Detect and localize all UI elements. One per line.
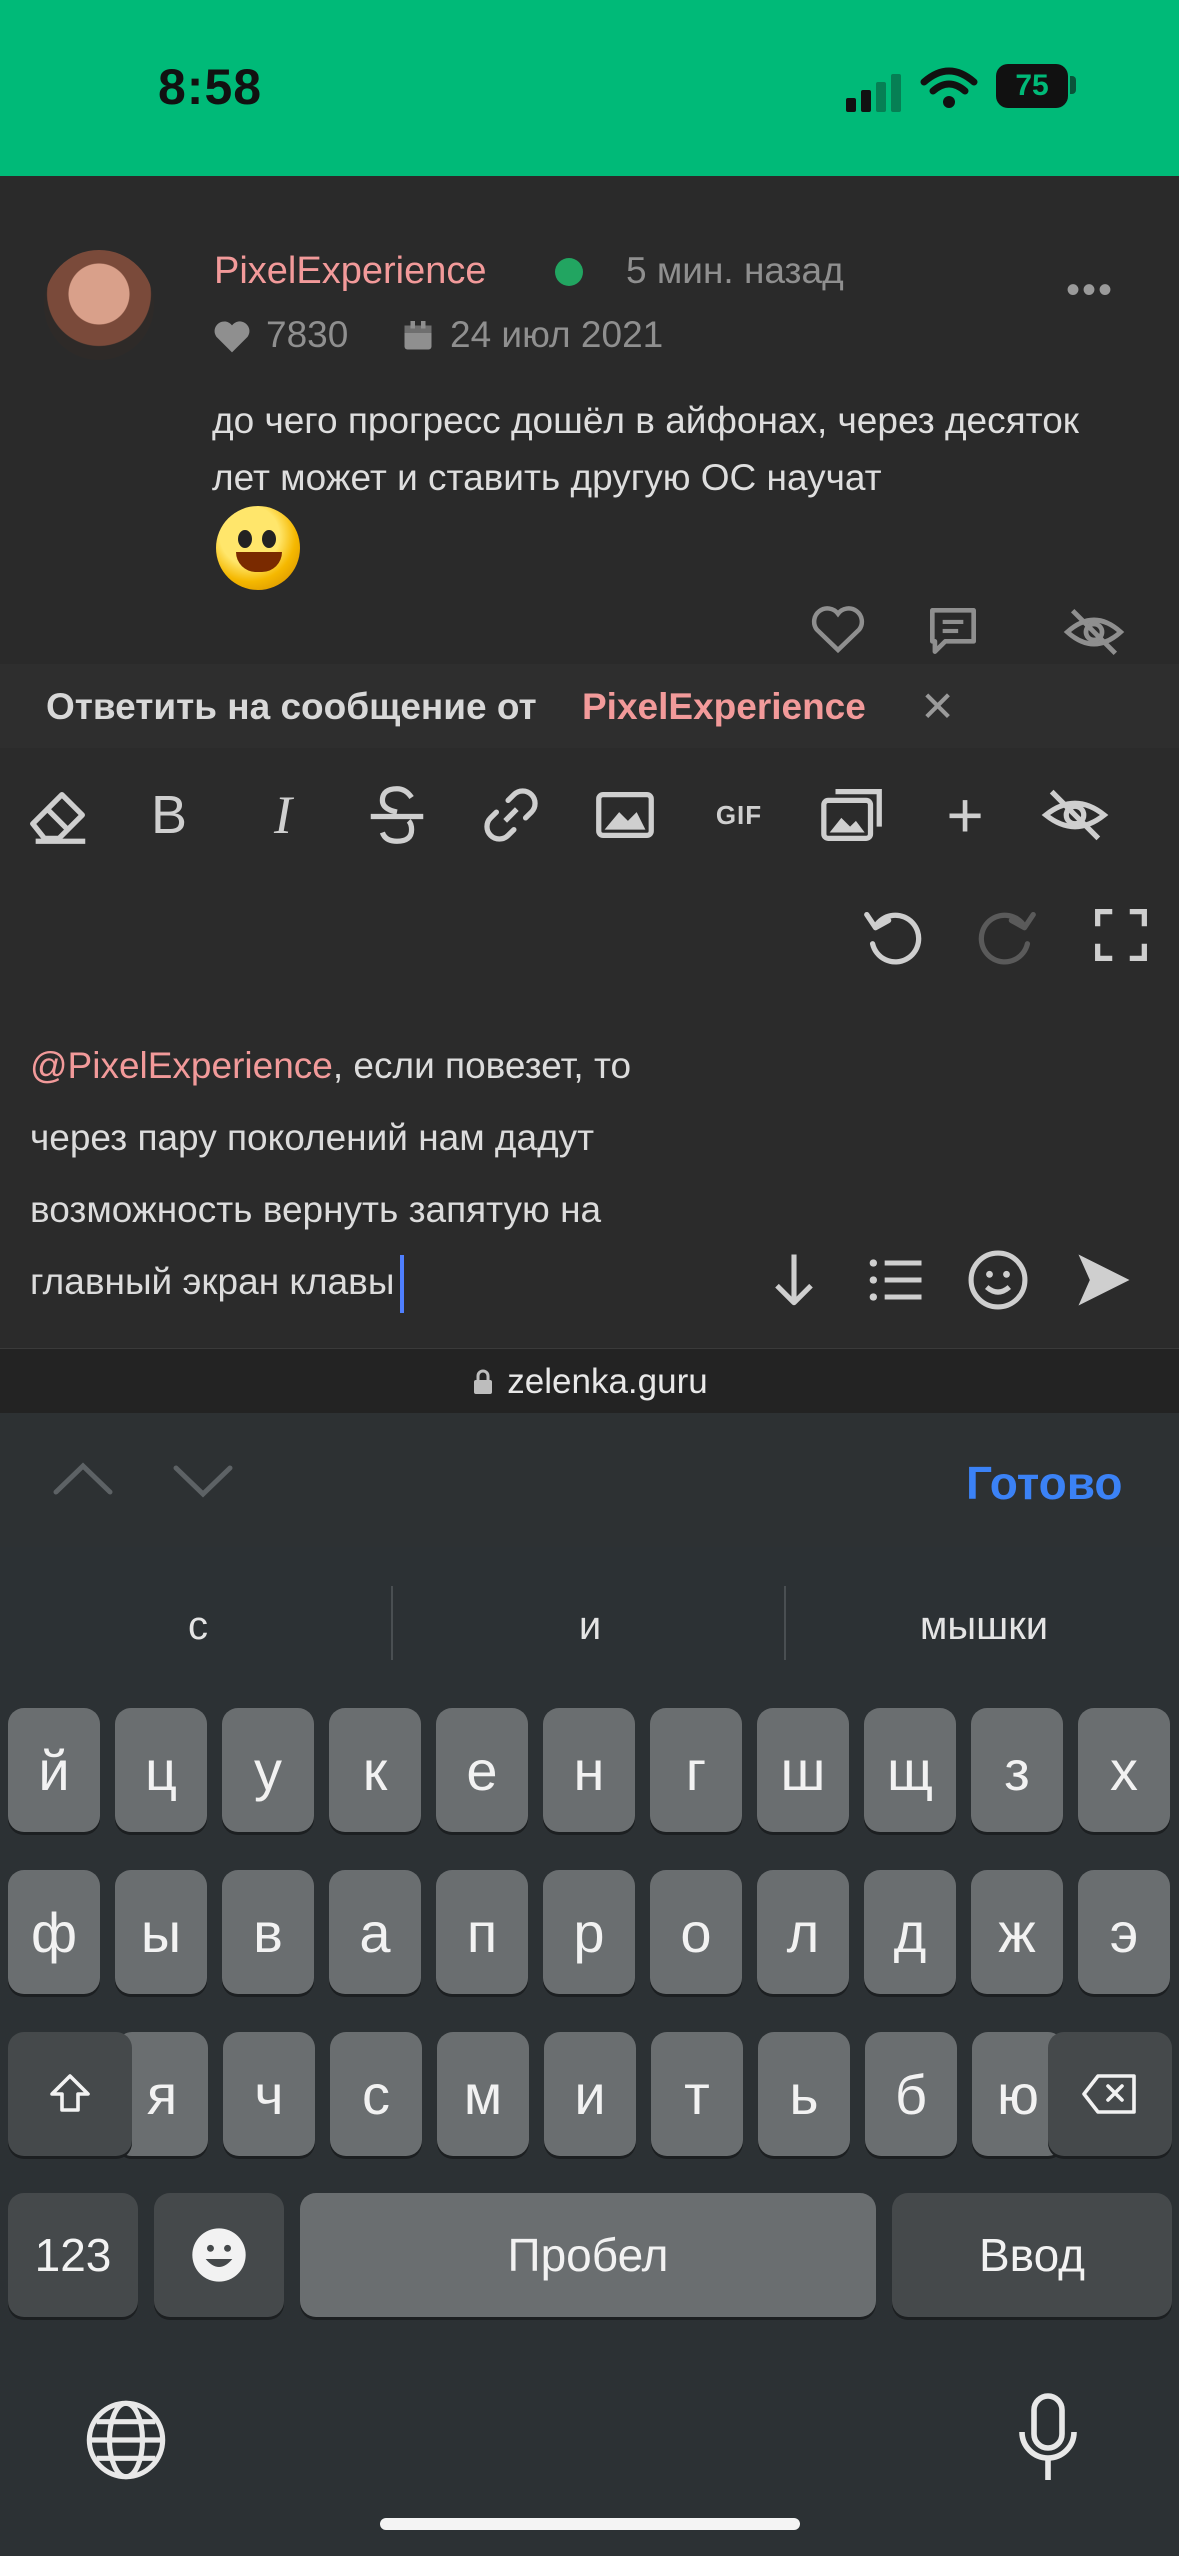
avatar[interactable] (44, 250, 154, 360)
reply-icon[interactable] (922, 600, 984, 662)
more-options-icon[interactable]: ••• (1066, 268, 1114, 313)
scroll-down-icon[interactable] (760, 1246, 828, 1314)
reply-target[interactable]: PixelExperience (582, 686, 866, 728)
backspace-key[interactable] (1048, 2032, 1172, 2156)
send-icon[interactable] (1070, 1246, 1138, 1314)
key[interactable]: у (222, 1708, 314, 1832)
key[interactable]: б (865, 2032, 957, 2156)
key[interactable]: р (543, 1870, 635, 1994)
like-icon[interactable] (808, 600, 868, 660)
key[interactable]: с (330, 2032, 422, 2156)
lock-icon (474, 1369, 493, 1394)
shift-icon (50, 2074, 90, 2112)
message-input[interactable]: @PixelExperience, если повезет, то через… (30, 1030, 730, 1318)
key[interactable]: а (329, 1870, 421, 1994)
text-caret (400, 1255, 405, 1314)
emoji-face-icon (192, 2228, 246, 2282)
url-domain: zelenka.guru (507, 1362, 708, 1401)
suggestion-divider (784, 1586, 786, 1660)
shift-key[interactable] (8, 2032, 132, 2156)
key[interactable]: и (544, 2032, 636, 2156)
reply-label: Ответить на сообщение от (46, 686, 537, 727)
key[interactable]: в (222, 1870, 314, 1994)
gallery-icon[interactable] (818, 780, 888, 850)
suggestion[interactable]: с (8, 1604, 388, 1649)
key[interactable]: х (1078, 1708, 1170, 1832)
key[interactable]: э (1078, 1870, 1170, 1994)
mention-link[interactable]: @PixelExperience (30, 1045, 333, 1086)
key[interactable]: о (650, 1870, 742, 1994)
smiley-emoji (216, 506, 300, 590)
return-key[interactable]: Ввод (892, 2193, 1172, 2317)
key[interactable]: ц (115, 1708, 207, 1832)
emoji-icon[interactable] (964, 1246, 1032, 1314)
battery-nub (1070, 76, 1076, 94)
key[interactable]: т (651, 2032, 743, 2156)
key[interactable]: ф (8, 1870, 100, 1994)
key[interactable]: д (864, 1870, 956, 1994)
key[interactable]: г (650, 1708, 742, 1832)
suggestion-divider (391, 1586, 393, 1660)
strikethrough-icon[interactable] (362, 780, 432, 850)
url-text[interactable]: zelenka.guru (0, 1362, 1179, 1402)
italic-button[interactable]: I (248, 780, 318, 850)
key[interactable]: м (437, 2032, 529, 2156)
key[interactable]: й (8, 1708, 100, 1832)
numbers-key[interactable]: 123 (8, 2193, 138, 2317)
calendar-icon (404, 321, 432, 350)
fullscreen-icon[interactable] (1086, 900, 1156, 970)
post-author[interactable]: PixelExperience (214, 250, 486, 293)
redo-icon[interactable] (972, 900, 1042, 970)
spoiler-icon[interactable] (1040, 780, 1110, 850)
online-status-dot (555, 258, 583, 286)
chevron-down-icon[interactable] (172, 1462, 234, 1502)
list-icon[interactable] (862, 1246, 930, 1314)
key[interactable]: н (543, 1708, 635, 1832)
bold-button[interactable]: B (134, 780, 204, 850)
wifi-icon (920, 67, 978, 108)
heart-icon (214, 321, 250, 353)
emoji-key[interactable] (154, 2193, 284, 2317)
key[interactable]: к (329, 1708, 421, 1832)
hide-icon[interactable] (1062, 600, 1126, 664)
key[interactable]: л (757, 1870, 849, 1994)
key[interactable]: ь (758, 2032, 850, 2156)
microphone-icon[interactable] (1014, 2392, 1082, 2488)
eraser-icon[interactable] (24, 780, 94, 850)
clock: 8:58 (158, 59, 263, 115)
chevron-up-icon[interactable] (52, 1458, 114, 1498)
post-time[interactable]: 5 мин. назад (626, 250, 844, 292)
link-icon[interactable] (476, 780, 546, 850)
key[interactable]: ш (757, 1708, 849, 1832)
post-text: до чего прогресс дошёл в айфонах, через … (212, 400, 1079, 498)
done-button[interactable]: Готово (966, 1456, 1123, 1510)
key[interactable]: п (436, 1870, 528, 1994)
space-key[interactable]: Пробел (300, 2193, 876, 2317)
backspace-icon (1082, 2074, 1136, 2114)
suggestion[interactable]: мышки (794, 1604, 1174, 1649)
globe-icon[interactable] (82, 2396, 170, 2484)
image-icon[interactable] (590, 780, 660, 850)
key[interactable]: е (436, 1708, 528, 1832)
join-date: 24 июл 2021 (450, 314, 664, 355)
home-indicator[interactable] (380, 2518, 800, 2530)
gif-button[interactable]: GIF (704, 780, 774, 850)
suggestion[interactable]: и (400, 1604, 780, 1649)
key[interactable]: з (971, 1708, 1063, 1832)
battery-indicator: 75 (996, 64, 1068, 108)
close-icon[interactable]: ✕ (920, 682, 955, 731)
key[interactable]: ы (115, 1870, 207, 1994)
likes-count: 7830 (266, 314, 349, 355)
plus-icon[interactable]: + (930, 779, 1000, 851)
cellular-signal-icon (846, 72, 902, 112)
key[interactable]: ж (971, 1870, 1063, 1994)
undo-icon[interactable] (858, 900, 928, 970)
key[interactable]: ч (223, 2032, 315, 2156)
key[interactable]: щ (864, 1708, 956, 1832)
